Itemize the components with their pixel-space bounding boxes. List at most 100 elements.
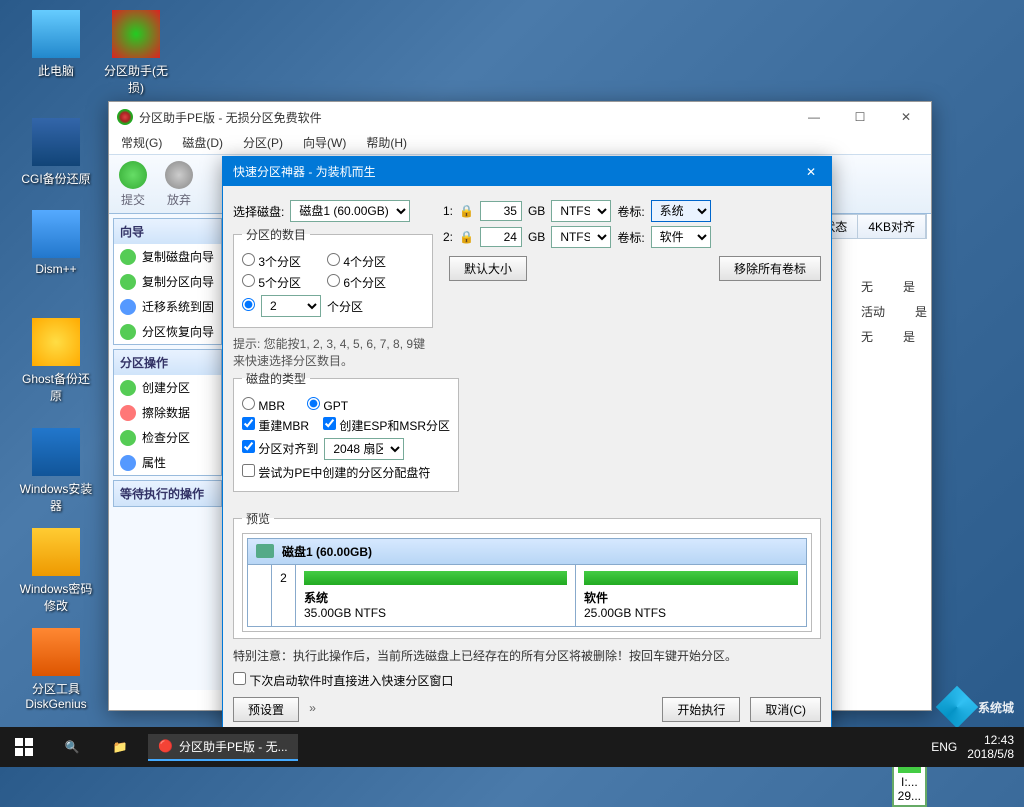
tray-lang[interactable]: ENG [931, 740, 957, 754]
op-properties[interactable]: 属性 [114, 450, 221, 475]
search-icon[interactable]: 🔍 [48, 727, 96, 767]
window-title: 分区助手PE版 - 无损分区免费软件 [139, 109, 791, 126]
chk-try-pe[interactable]: 尝试为PE中创建的分区分配盘符 [242, 464, 430, 481]
row1-fs-select[interactable]: NTFS [551, 200, 611, 222]
start-button[interactable] [0, 727, 48, 767]
icon-ghost-backup[interactable]: Ghost备份还原 [18, 318, 94, 404]
op-check[interactable]: 检查分区 [114, 425, 221, 450]
preview-group: 预览 磁盘1 (60.00GB) 2 系统35.00GB NTFS 软件25.0… [233, 510, 821, 639]
row2-fs-select[interactable]: NTFS [551, 226, 611, 248]
taskbar-app[interactable]: 🔴分区助手PE版 - 无... [148, 734, 298, 761]
partition-count-group: 分区的数目 3个分区 4个分区 5个分区 6个分区 2 个分区 [233, 226, 433, 328]
custom-count-select[interactable]: 2 [261, 295, 321, 317]
row2-label-select[interactable]: 软件 [651, 226, 711, 248]
titlebar[interactable]: 分区助手PE版 - 无损分区免费软件 — ☐ ✕ [109, 102, 931, 132]
dialog-title: 快速分区神器 - 为装机而生 [233, 163, 801, 180]
row2-size-input[interactable] [480, 227, 522, 247]
wiz-copy-partition[interactable]: 复制分区向导 [114, 269, 221, 294]
pending-header: 等待执行的操作 [114, 481, 221, 506]
menu-general[interactable]: 常规(G) [117, 132, 166, 154]
lock-icon: 🔒 [459, 230, 474, 244]
dialog-titlebar[interactable]: 快速分区神器 - 为装机而生 ✕ [223, 157, 831, 186]
icon-partition-assistant[interactable]: 分区助手(无损) [98, 10, 174, 96]
close-button[interactable]: ✕ [883, 102, 929, 132]
wiz-migrate-os[interactable]: 迁移系统到固 [114, 294, 221, 319]
wizard-header: 向导 [114, 219, 221, 244]
preview-legend: 预览 [242, 510, 274, 527]
wiz-recover[interactable]: 分区恢复向导 [114, 319, 221, 344]
opt-3[interactable]: 3个分区 [242, 253, 301, 270]
menu-wizard[interactable]: 向导(W) [299, 132, 350, 154]
tray-date[interactable]: 2018/5/8 [967, 747, 1014, 761]
preview-part-2[interactable]: 软件25.00GB NTFS [575, 565, 806, 626]
tray-time[interactable]: 12:43 [967, 733, 1014, 747]
icon-this-pc[interactable]: 此电脑 [18, 10, 94, 79]
default-size-button[interactable]: 默认大小 [449, 256, 527, 281]
icon-diskgenius[interactable]: 分区工具DiskGenius [18, 628, 94, 711]
menu-help[interactable]: 帮助(H) [362, 132, 411, 154]
opt-custom[interactable] [242, 298, 255, 314]
row1-label-select[interactable]: 系统 [651, 200, 711, 222]
chk-rebuild-mbr[interactable]: 重建MBR [242, 417, 309, 434]
remove-labels-button[interactable]: 移除所有卷标 [719, 256, 821, 281]
count-legend: 分区的数目 [242, 226, 310, 243]
table-row: 无是 [861, 324, 927, 349]
col-4kb[interactable]: 4KB对齐 [858, 215, 926, 238]
opt-5[interactable]: 5个分区 [242, 274, 301, 291]
disk-select[interactable]: 磁盘1 (60.00GB) [290, 200, 410, 222]
opt-mbr[interactable]: MBR [242, 397, 285, 413]
table-row: 无是 [861, 274, 927, 299]
row1-size-input[interactable] [480, 201, 522, 221]
cancel-button[interactable]: 取消(C) [750, 697, 821, 722]
opt-6[interactable]: 6个分区 [327, 274, 386, 291]
chevron-icon: » [309, 702, 316, 716]
menubar: 常规(G) 磁盘(D) 分区(P) 向导(W) 帮助(H) [109, 132, 931, 154]
part-index-num: 2 [272, 565, 296, 626]
op-wipe[interactable]: 擦除数据 [114, 400, 221, 425]
op-create[interactable]: 创建分区 [114, 375, 221, 400]
chk-align[interactable]: 分区对齐到 [242, 440, 318, 457]
align-select[interactable]: 2048 扇区 [324, 438, 404, 460]
icon-windows-installer[interactable]: Windows安装器 [18, 428, 94, 514]
dialog-close-icon[interactable]: ✕ [801, 165, 821, 179]
maximize-button[interactable]: ☐ [837, 102, 883, 132]
preview-disk-title: 磁盘1 (60.00GB) [247, 538, 807, 565]
app-icon [117, 109, 133, 125]
left-panel: 向导 复制磁盘向导 复制分区向导 迁移系统到固 分区恢复向导 分区操作 创建分区… [109, 214, 227, 690]
row1-num: 1: [443, 204, 453, 218]
count-hint: 提示: 您能按1, 2, 3, 4, 5, 6, 7, 8, 9键来快速选择分区… [233, 336, 433, 370]
quick-partition-dialog: 快速分区神器 - 为装机而生 ✕ 选择磁盘: 磁盘1 (60.00GB) 分区的… [222, 156, 832, 731]
opt-4[interactable]: 4个分区 [327, 253, 386, 270]
explorer-icon[interactable]: 📁 [96, 727, 144, 767]
wiz-copy-disk[interactable]: 复制磁盘向导 [114, 244, 221, 269]
tray: ENG 12:43 2018/5/8 [931, 733, 1024, 761]
custom-unit: 个分区 [327, 298, 363, 315]
menu-disk[interactable]: 磁盘(D) [178, 132, 227, 154]
minimize-button[interactable]: — [791, 102, 837, 132]
opt-gpt[interactable]: GPT [307, 397, 348, 413]
icon-dism[interactable]: Dism++ [18, 210, 94, 276]
part-index [248, 565, 272, 626]
menu-partition[interactable]: 分区(P) [239, 132, 287, 154]
discard-button[interactable]: 放弃 [165, 161, 193, 208]
preset-button[interactable]: 预设置 [233, 697, 299, 722]
taskbar: 🔍 📁 🔴分区助手PE版 - 无... ENG 12:43 2018/5/8 [0, 727, 1024, 767]
chk-next-open[interactable]: 下次启动软件时直接进入快速分区窗口 [233, 674, 453, 688]
chk-create-esp[interactable]: 创建ESP和MSR分区 [323, 417, 450, 434]
disk-icon [256, 544, 274, 558]
type-legend: 磁盘的类型 [242, 370, 310, 387]
preview-part-1[interactable]: 系统35.00GB NTFS [296, 565, 575, 626]
ops-header: 分区操作 [114, 350, 221, 375]
warning-text: 特别注意：执行此操作后，当前所选磁盘上已经存在的所有分区将被删除！按回车键开始分… [233, 647, 821, 664]
watermark: 系统城 [942, 692, 1014, 722]
icon-password-reset[interactable]: Windows密码修改 [18, 528, 94, 614]
table-row: 活动是 [861, 299, 927, 324]
disk-type-group: 磁盘的类型 MBR GPT 重建MBR 创建ESP和MSR分区 分区对齐到 20… [233, 370, 459, 492]
execute-button[interactable]: 开始执行 [662, 697, 740, 722]
icon-cgi-backup[interactable]: CGI备份还原 [18, 118, 94, 187]
row2-num: 2: [443, 230, 453, 244]
lock-icon: 🔒 [459, 204, 474, 218]
table-rows: 无是 活动是 无是 [861, 274, 927, 349]
disk-label: 选择磁盘: [233, 203, 284, 220]
commit-button[interactable]: 提交 [119, 161, 147, 208]
